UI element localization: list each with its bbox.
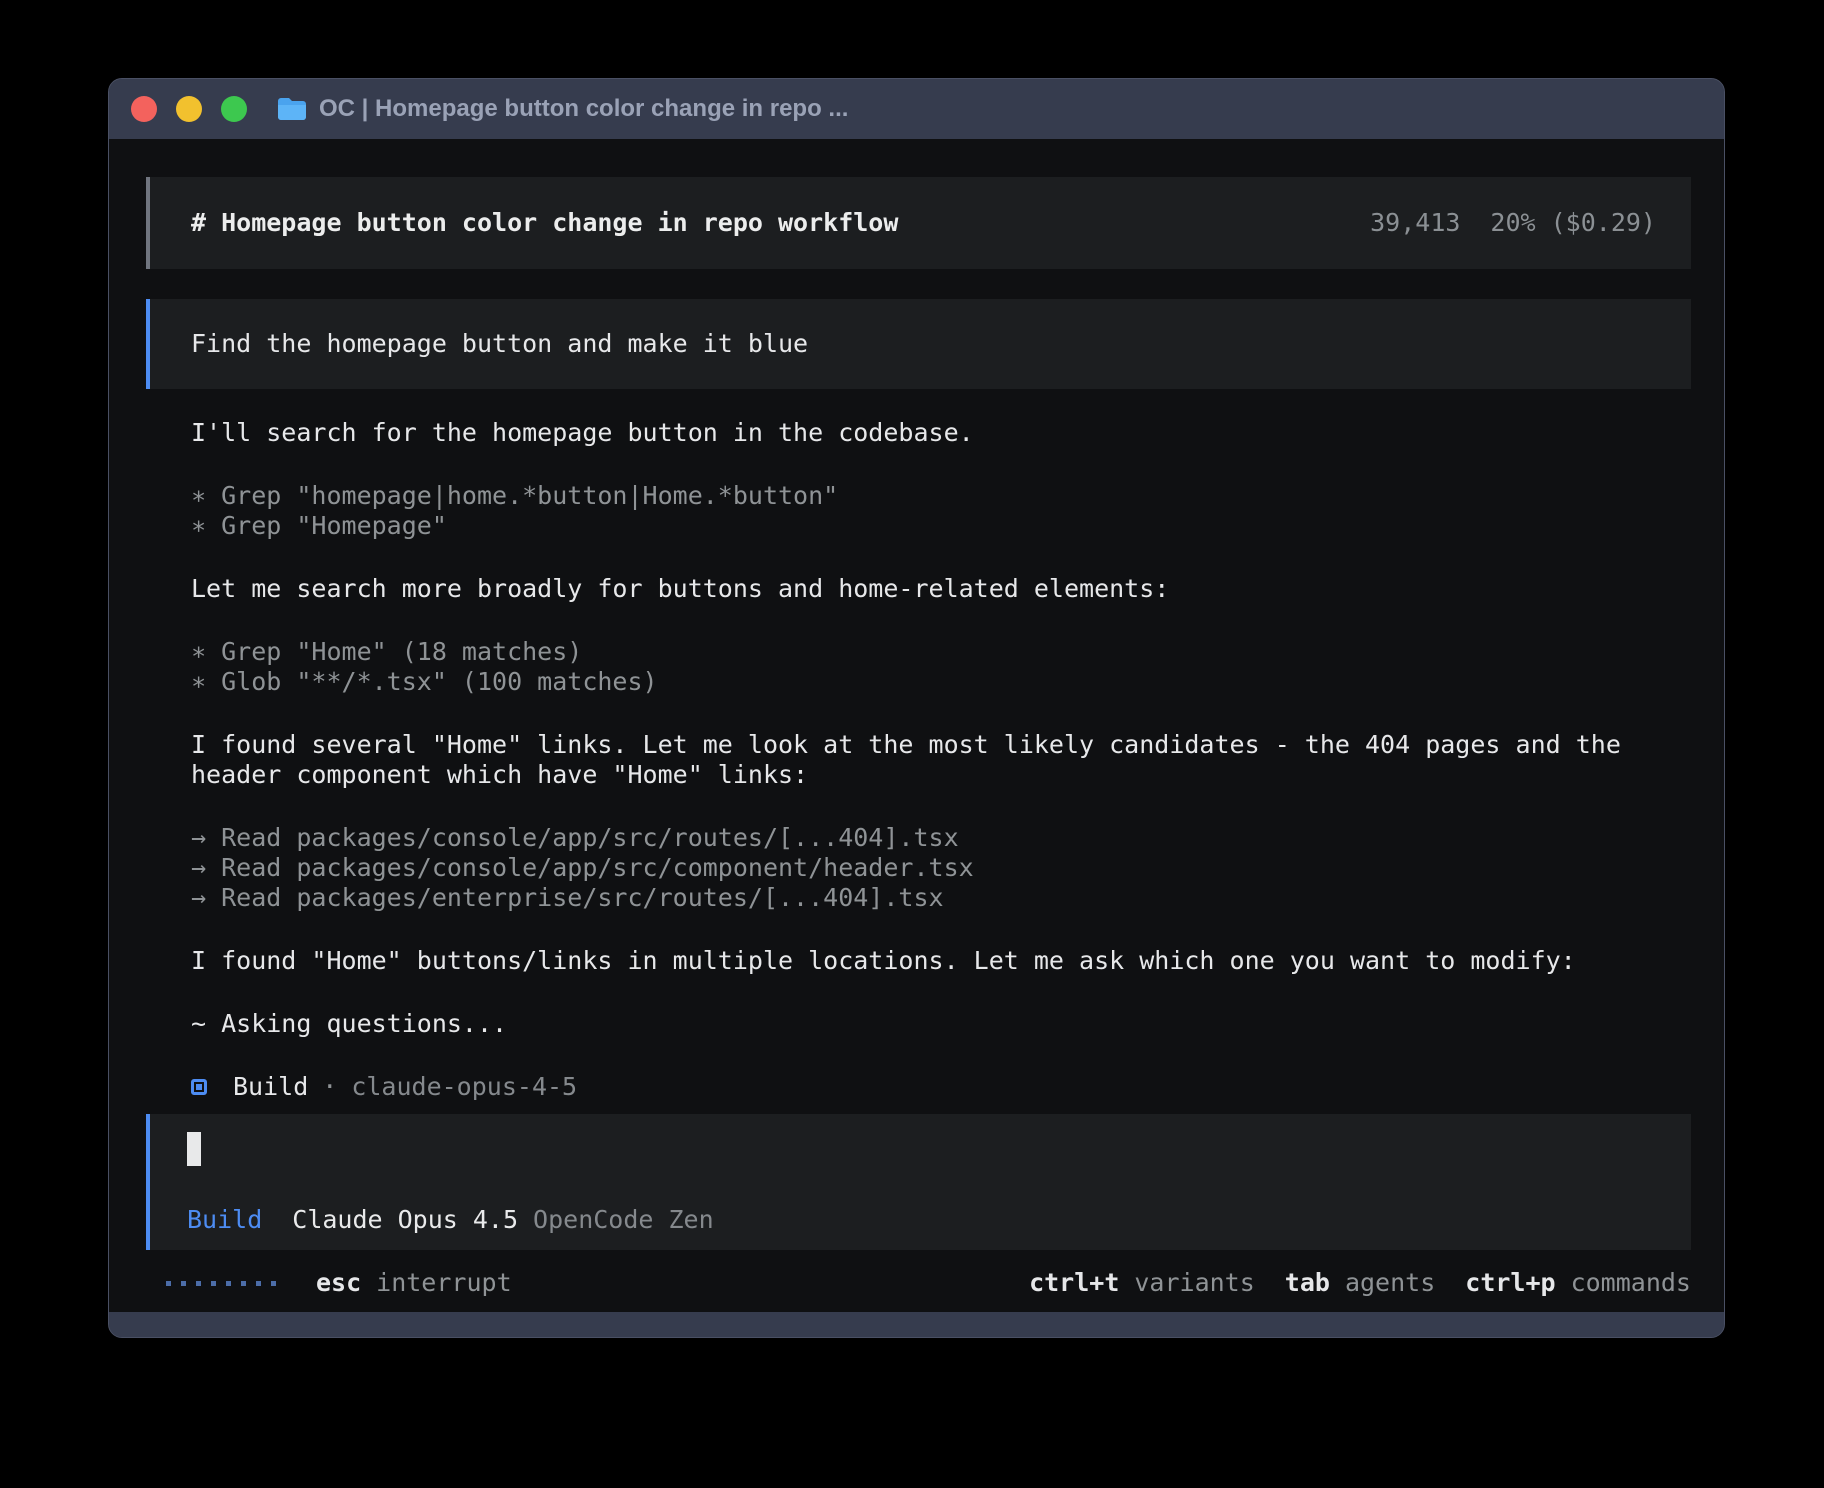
input-meta: Build Claude Opus 4.5 OpenCode Zen — [187, 1205, 1656, 1235]
folder-icon — [277, 97, 307, 121]
assistant-text-line: header component which have "Home" links… — [191, 760, 1691, 790]
titlebar: OC | Homepage button color change in rep… — [109, 79, 1724, 139]
tool-call-line: → Read packages/console/app/src/routes/[… — [191, 823, 1691, 853]
session-header: # Homepage button color change in repo w… — [146, 177, 1691, 269]
context-usage: 20% ($0.29) — [1490, 208, 1656, 238]
shortcut-label: variants — [1134, 1268, 1254, 1298]
shortcut-commands: ctrl+p commands — [1465, 1268, 1691, 1298]
assistant-text-line: ~ Asking questions... — [191, 1009, 1691, 1039]
agent-status-row: Build · claude-opus-4-5 — [191, 1072, 1691, 1102]
session-title: # Homepage button color change in repo w… — [191, 208, 898, 238]
assistant-text-line: I found "Home" buttons/links in multiple… — [191, 946, 1691, 976]
window-bottom-edge — [109, 1312, 1724, 1337]
user-message-text: Find the homepage button and make it blu… — [191, 329, 808, 359]
input-agent-name: Build — [187, 1205, 262, 1235]
assistant-text-line: I'll search for the homepage button in t… — [191, 418, 1691, 448]
spinner-dot — [211, 1281, 216, 1286]
tool-call-line: ∗ Glob "**/*.tsx" (100 matches) — [191, 667, 1691, 697]
minimize-button[interactable] — [176, 96, 202, 122]
tool-call-line: ∗ Grep "homepage|home.*button|Home.*butt… — [191, 481, 1691, 511]
assistant-text-block: Let me search more broadly for buttons a… — [191, 574, 1691, 604]
tool-call-line: ∗ Grep "Homepage" — [191, 511, 1691, 541]
assistant-text-block: ~ Asking questions... — [191, 1009, 1691, 1039]
close-button[interactable] — [131, 96, 157, 122]
tool-call-line: → Read packages/enterprise/src/routes/[.… — [191, 883, 1691, 913]
shortcut-label: interrupt — [376, 1268, 511, 1298]
input-provider-name: OpenCode Zen — [533, 1205, 714, 1235]
agent-name: Build — [233, 1072, 308, 1102]
terminal-content: # Homepage button color change in repo w… — [109, 139, 1724, 1312]
spinner-dot — [166, 1281, 171, 1286]
agent-build-icon-fill — [196, 1084, 202, 1090]
session-stats: 39,413 20% ($0.29) — [1370, 208, 1656, 238]
shortcut-variants: ctrl+t variants — [1029, 1268, 1255, 1298]
window-title: OC | Homepage button color change in rep… — [319, 95, 848, 123]
shortcut-key: tab — [1285, 1268, 1330, 1298]
tool-call-block: ∗ Grep "Home" (18 matches)∗ Glob "**/*.t… — [191, 637, 1691, 697]
shortcut-interrupt: esc interrupt — [316, 1268, 512, 1298]
token-count: 39,413 — [1370, 208, 1460, 238]
prompt-input[interactable]: Build Claude Opus 4.5 OpenCode Zen — [146, 1114, 1691, 1250]
agent-build-icon — [191, 1079, 207, 1095]
spinner-dot — [271, 1281, 276, 1286]
input-model-name: Claude Opus 4.5 — [292, 1205, 518, 1235]
tool-call-line: ∗ Grep "Home" (18 matches) — [191, 637, 1691, 667]
spinner-dot — [226, 1281, 231, 1286]
assistant-text-block: I found several "Home" links. Let me loo… — [191, 730, 1691, 790]
maximize-button[interactable] — [221, 96, 247, 122]
assistant-text-line: I found several "Home" links. Let me loo… — [191, 730, 1691, 760]
status-bar: esc interrupt ctrl+tvariantstabagentsctr… — [146, 1268, 1691, 1298]
shortcut-key: ctrl+t — [1029, 1268, 1119, 1298]
status-shortcuts: ctrl+t variants tab agents ctrl+p commands — [1029, 1268, 1691, 1298]
shortcut-key: ctrl+p — [1465, 1268, 1555, 1298]
spinner-dot — [181, 1281, 186, 1286]
shortcut-label: agents — [1345, 1268, 1435, 1298]
spinner-dots — [166, 1281, 276, 1286]
separator-dot: · — [322, 1072, 337, 1102]
tool-call-block: → Read packages/console/app/src/routes/[… — [191, 823, 1691, 913]
spinner-dot — [196, 1281, 201, 1286]
terminal-window: OC | Homepage button color change in rep… — [108, 78, 1725, 1338]
tool-call-line: → Read packages/console/app/src/componen… — [191, 853, 1691, 883]
shortcut-agents: tab agents — [1285, 1268, 1435, 1298]
user-message: Find the homepage button and make it blu… — [146, 299, 1691, 389]
spinner-dot — [256, 1281, 261, 1286]
text-cursor — [187, 1132, 201, 1166]
spinner-dot — [241, 1281, 246, 1286]
shortcut-key: esc — [316, 1268, 361, 1298]
agent-model: claude-opus-4-5 — [351, 1072, 577, 1102]
assistant-text-block: I found "Home" buttons/links in multiple… — [191, 946, 1691, 976]
assistant-text-block: I'll search for the homepage button in t… — [191, 418, 1691, 448]
shortcut-label: commands — [1571, 1268, 1691, 1298]
assistant-text-line: Let me search more broadly for buttons a… — [191, 574, 1691, 604]
conversation: I'll search for the homepage button in t… — [146, 418, 1691, 1102]
tool-call-block: ∗ Grep "homepage|home.*button|Home.*butt… — [191, 481, 1691, 541]
